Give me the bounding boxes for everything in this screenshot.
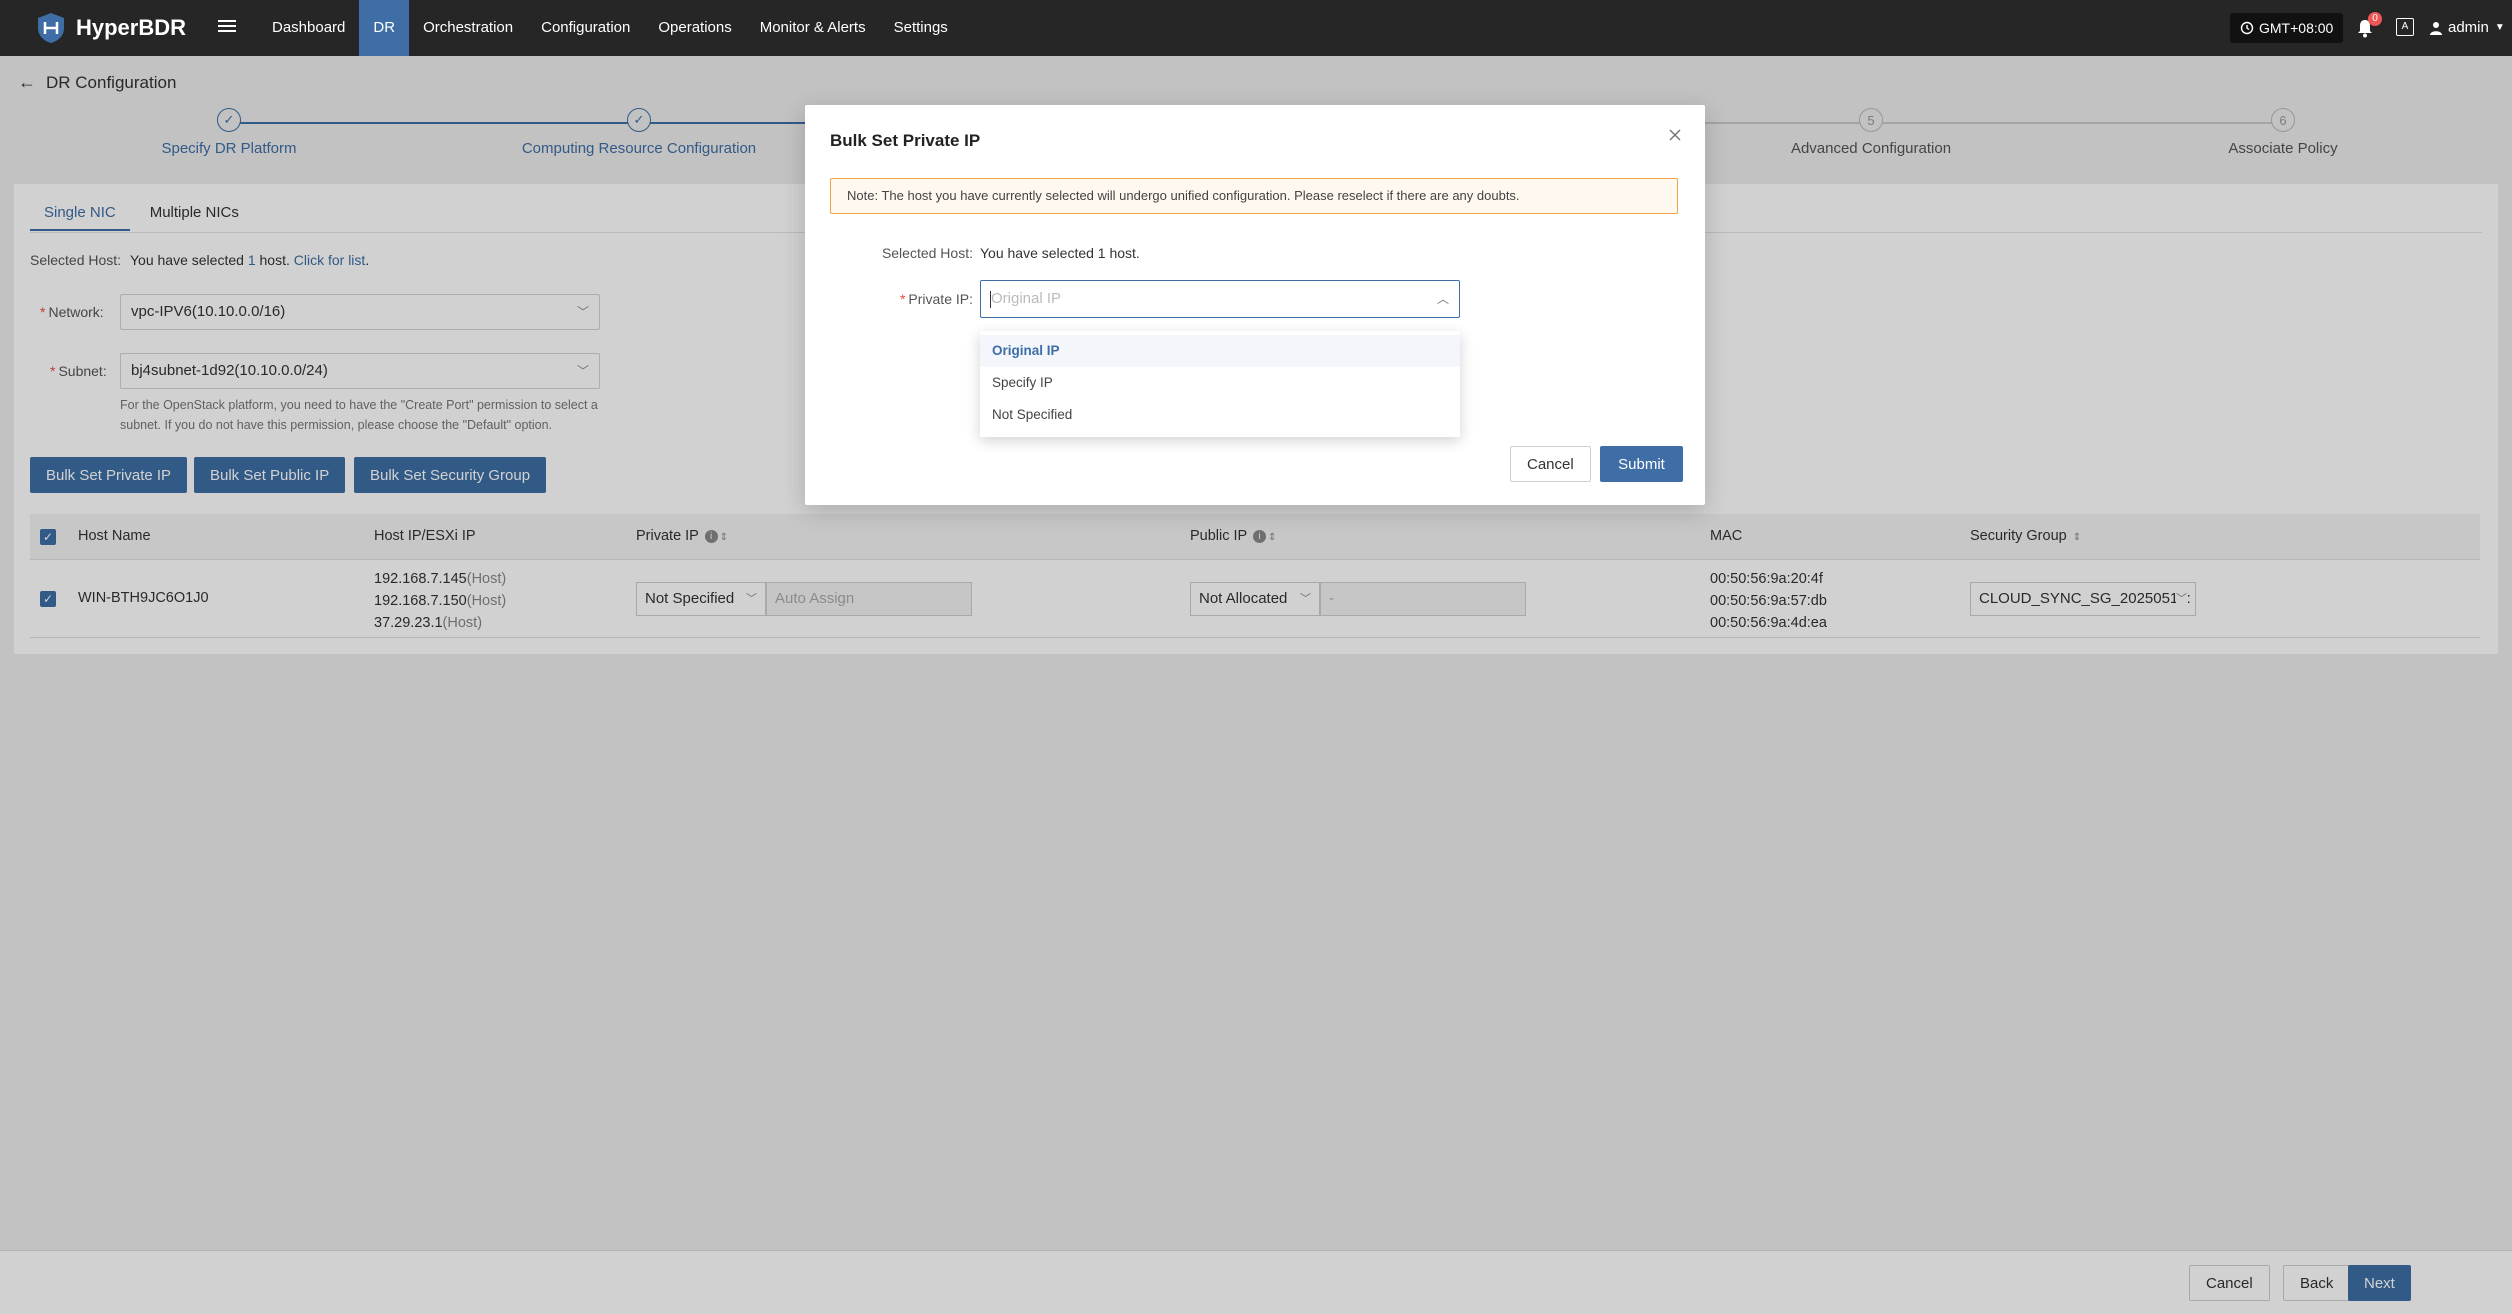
chevron-up-icon: ︿	[1436, 292, 1449, 306]
option-not-specified[interactable]: Not Specified	[980, 399, 1460, 431]
nav-settings[interactable]: Settings	[880, 0, 962, 56]
close-icon[interactable]	[1665, 125, 1685, 145]
option-original-ip[interactable]: Original IP	[980, 335, 1460, 367]
dialog-submit-button[interactable]: Submit	[1600, 446, 1683, 482]
user-icon	[2430, 21, 2442, 35]
language-icon[interactable]: A	[2396, 18, 2414, 36]
dialog-title: Bulk Set Private IP	[830, 131, 981, 150]
top-nav: HyperBDR Dashboard DR Orchestration Conf…	[0, 0, 2512, 56]
nav-operations[interactable]: Operations	[644, 0, 745, 56]
nav-dashboard[interactable]: Dashboard	[258, 0, 359, 56]
app-logo[interactable]: HyperBDR	[36, 12, 186, 44]
shield-logo-icon	[38, 13, 64, 43]
option-specify-ip[interactable]: Specify IP	[980, 367, 1460, 399]
nav-monitor-alerts[interactable]: Monitor & Alerts	[746, 0, 880, 56]
chevron-down-icon: ▼	[2494, 22, 2505, 33]
text-caret	[990, 291, 991, 308]
timezone-button[interactable]: GMT+08:00	[2230, 13, 2344, 43]
clock-icon	[2240, 21, 2254, 35]
notification-badge: 0	[2368, 12, 2382, 26]
nav-configuration[interactable]: Configuration	[527, 0, 644, 56]
warning-note: Note: The host you have currently select…	[830, 178, 1678, 214]
bulk-set-private-ip-dialog: Bulk Set Private IP Note: The host you h…	[805, 105, 1705, 505]
timezone-label: GMT+08:00	[2259, 20, 2334, 36]
private-ip-dropdown: Original IP Specify IP Not Specified	[980, 331, 1460, 437]
user-menu[interactable]: admin ▼	[2430, 19, 2505, 36]
private-ip-select[interactable]: Original IP ︿	[980, 280, 1460, 318]
dialog-selected-host-value: You have selected 1 host.	[980, 245, 1140, 261]
app-name: HyperBDR	[76, 15, 187, 40]
user-name: admin	[2448, 19, 2489, 36]
nav-orchestration[interactable]: Orchestration	[409, 0, 527, 56]
nav-dr[interactable]: DR	[359, 0, 410, 56]
dialog-cancel-button[interactable]: Cancel	[1510, 446, 1591, 482]
main-menu: Dashboard DR Orchestration Configuration…	[258, 0, 962, 56]
dialog-private-ip-label: * Private IP:	[899, 291, 973, 307]
hamburger-menu-icon[interactable]	[218, 17, 236, 35]
notifications-button[interactable]: 0	[2356, 12, 2382, 43]
dialog-selected-host-label: Selected Host:	[881, 245, 973, 261]
private-ip-placeholder: Original IP	[991, 290, 1062, 307]
